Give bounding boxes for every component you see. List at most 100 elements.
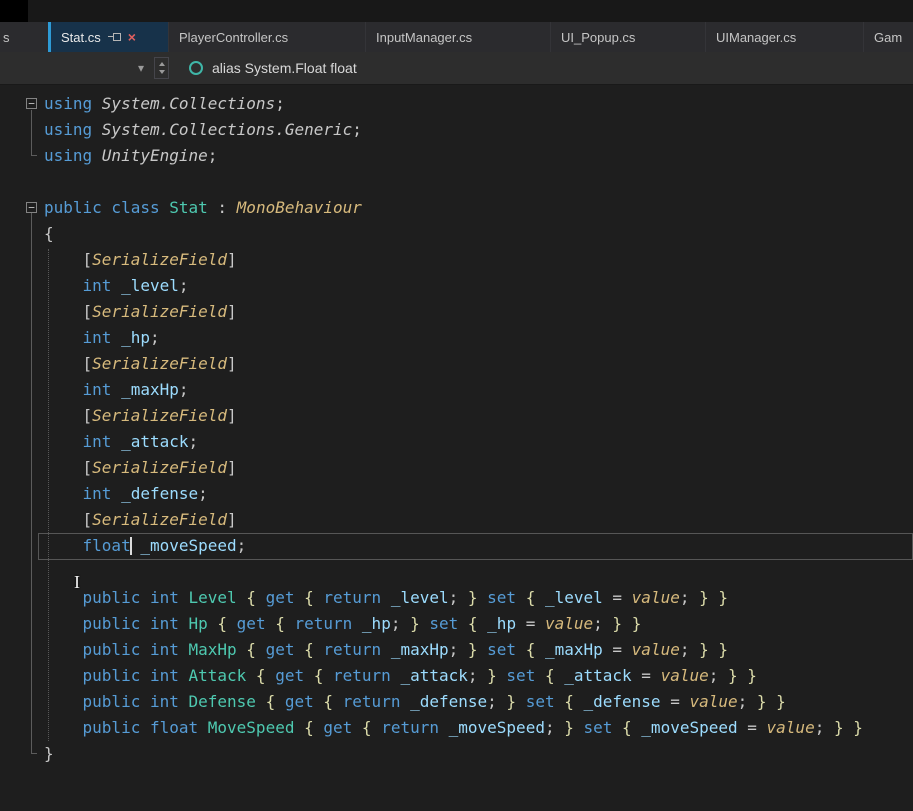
code-line[interactable]: [SerializeField] [0,507,913,533]
code-token: MonoBehaviour [236,198,362,217]
code-token: set [487,588,517,607]
code-token: value [766,718,815,737]
code-token: { [246,666,276,685]
code-line[interactable]: int _hp; [0,325,913,351]
code-token: _hp [361,614,391,633]
scroll-spinner[interactable] [154,57,169,79]
code-token: _hp [121,328,150,347]
code-line[interactable]: − public class Stat : MonoBehaviour [0,195,913,221]
code-line[interactable]: [SerializeField] [0,455,913,481]
code-token: set [583,718,613,737]
code-line[interactable]: [SerializeField] [0,247,913,273]
code-token: ; [178,276,189,295]
code-token: get [284,692,314,711]
code-token: System.Collections [101,94,276,113]
code-token: _moveSpeed [641,718,738,737]
code-line[interactable]: [SerializeField] [0,403,913,429]
code-line[interactable] [0,559,913,585]
tab[interactable]: Gam [863,22,913,52]
code-token: set [506,666,536,685]
code-token: ; [679,588,700,607]
code-line[interactable]: − using System.Collections; [0,91,913,117]
code-token: } [506,692,526,711]
code-token: public class [44,198,170,217]
tab[interactable]: PlayerController.cs [168,22,365,52]
member-dropdown[interactable]: alias System.Float float [189,60,357,76]
code-line[interactable]: [SerializeField] [0,299,913,325]
code-token: } [487,666,507,685]
code-token: [ [44,406,93,425]
code-token: int [82,432,112,451]
tab[interactable]: UI_Popup.cs [550,22,705,52]
code-line[interactable]: using UnityEngine; [0,143,913,169]
code-token: } } [699,588,729,607]
code-token: ; [178,380,189,399]
spinner-up-icon[interactable] [158,62,165,66]
code-token: { [313,692,343,711]
code-token: SerializeField [92,302,228,321]
code-token: ; [207,146,218,165]
code-line[interactable]: [SerializeField] [0,351,913,377]
code-token: { [294,588,324,607]
code-token: _maxHp [121,380,179,399]
code-token: Defense [188,692,256,711]
code-line[interactable]: int _defense; [0,481,913,507]
tab-stat-cs[interactable]: Stat.cs × [48,22,168,52]
code-token: } [467,640,488,659]
code-token: ] [227,250,237,269]
code-line[interactable]: using System.Collections.Generic; [0,117,913,143]
code-line[interactable]: } [0,741,913,767]
tab-partial[interactable]: s [0,22,48,52]
code-token: set [487,640,517,659]
code-line[interactable]: public int Attack { get { return _attack… [0,663,913,689]
code-token: set [525,692,555,711]
code-token: return [342,692,401,711]
fold-collapse-icon[interactable]: − [26,202,37,213]
code-token: ; [390,614,411,633]
code-line[interactable]: public float MoveSpeed { get { return _m… [0,715,913,741]
code-token: public int [82,692,189,711]
code-token: { [236,640,266,659]
code-line[interactable]: int _attack; [0,429,913,455]
code-token: Stat [169,198,208,217]
code-line[interactable]: public int Hp { get { return _hp; } set … [0,611,913,637]
code-token: = [660,692,690,711]
fold-collapse-icon[interactable]: − [26,98,37,109]
spinner-down-icon[interactable] [158,70,165,74]
code-token: = [737,718,767,737]
code-line[interactable]: float _moveSpeed; [0,533,913,559]
code-token: ] [227,510,237,529]
close-icon[interactable]: × [128,30,136,44]
code-line[interactable]: public int Level { get { return _level; … [0,585,913,611]
code-token: ; [544,718,565,737]
code-token: ; [198,484,208,503]
code-token: ; [708,666,729,685]
code-line[interactable]: int _maxHp; [0,377,913,403]
code-token: ; [448,588,468,607]
code-token: [ [44,354,93,373]
pin-icon[interactable] [107,32,121,42]
code-line[interactable] [0,169,913,195]
code-line[interactable]: int _level; [0,273,913,299]
tab[interactable]: InputManager.cs [365,22,550,52]
tab[interactable]: UIManager.cs [705,22,863,52]
navigation-dropdown[interactable]: ▾ [0,52,150,84]
code-line[interactable]: public int Defense { get { return _defen… [0,689,913,715]
code-token: int [82,328,112,347]
code-editor[interactable]: − using System.Collections; using System.C… [0,85,913,811]
tab-label: UIManager.cs [716,29,797,45]
code-line[interactable]: { [0,221,913,247]
code-line[interactable]: public int MaxHp { get { return _maxHp; … [0,637,913,663]
code-token: SerializeField [92,458,228,477]
